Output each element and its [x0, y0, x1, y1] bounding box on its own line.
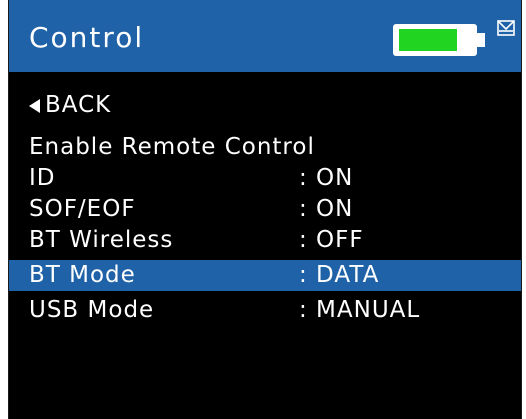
menu-item-value: : OFF — [299, 227, 364, 253]
battery-cap — [477, 33, 485, 47]
menu-item-label: USB Mode — [29, 297, 155, 323]
menu-item-value: : ON — [299, 165, 354, 191]
header-bar: Control — [9, 0, 521, 72]
menu-item-label: SOF/EOF — [29, 196, 136, 222]
page-title: Control — [29, 21, 145, 54]
device-display: Control BACK Enable Remote Control ID: … — [8, 0, 522, 419]
back-label: BACK — [45, 92, 112, 118]
menu-item-value: : MANUAL — [299, 297, 421, 323]
menu-item-value: : ON — [299, 196, 354, 222]
control-menu: BACK Enable Remote Control ID : ON SOF/E… — [9, 86, 521, 326]
battery-full-icon — [393, 24, 477, 56]
menu-item-bt-mode[interactable]: BT Mode : DATA — [9, 260, 521, 291]
menu-item-value: : DATA — [299, 262, 380, 288]
menu-item-sof-eof[interactable]: SOF/EOF : ON — [9, 194, 521, 225]
back-button[interactable]: BACK — [9, 86, 521, 124]
battery-fill — [399, 29, 457, 51]
envelope-icon — [497, 20, 515, 36]
menu-item-id[interactable]: ID : ON — [9, 163, 521, 194]
menu-item-usb-mode[interactable]: USB Mode : MANUAL — [9, 295, 521, 326]
menu-item-bt-wireless[interactable]: BT Wireless : OFF — [9, 225, 521, 256]
back-arrow-icon — [29, 99, 40, 113]
menu-item-label: BT Wireless — [29, 227, 174, 253]
enable-remote-control-label: Enable Remote Control — [29, 134, 315, 160]
device-screen: Control BACK Enable Remote Control ID: … — [0, 0, 526, 419]
enable-remote-control-heading: Enable Remote Control — [9, 132, 521, 163]
menu-item-label: BT Mode — [29, 262, 136, 288]
menu-item-label: ID — [29, 165, 56, 191]
